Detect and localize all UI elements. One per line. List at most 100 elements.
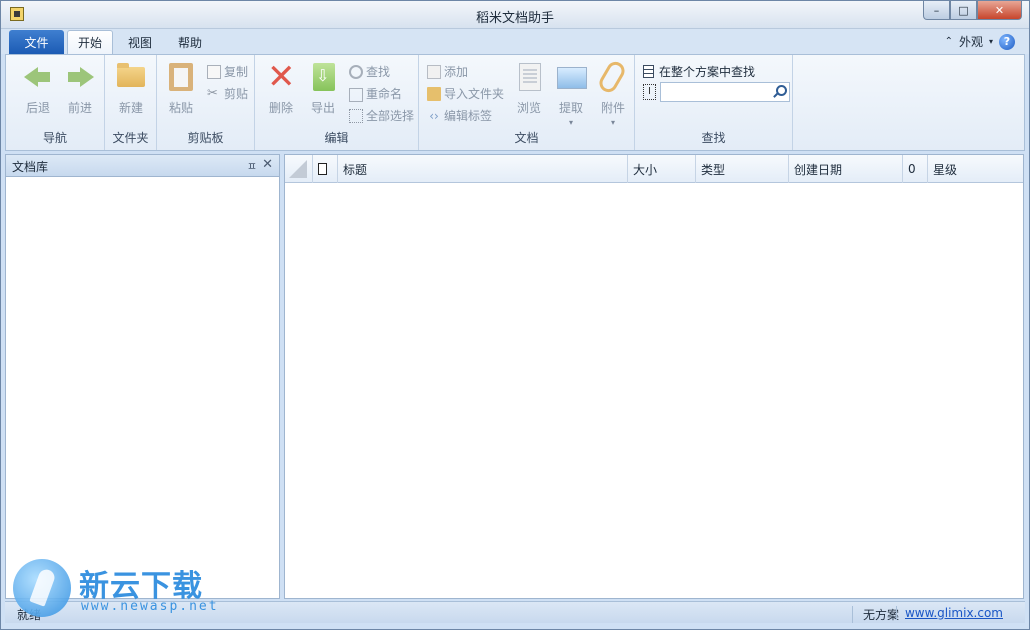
select-all-corner[interactable] xyxy=(285,155,313,183)
rename-button[interactable]: 重命名 xyxy=(349,85,402,102)
group-clipboard: 粘贴 复制 ✂ 剪贴 剪贴板 xyxy=(157,55,255,150)
attachment-button[interactable]: 附件 ▾ xyxy=(593,58,633,127)
paste-button[interactable]: 粘贴 xyxy=(161,61,201,116)
new-folder-label: 新建 xyxy=(118,101,143,115)
delete-x-icon: ✕ xyxy=(267,57,296,97)
group-folder: 新建 文件夹 xyxy=(105,55,157,150)
library-panel-header: 文档库 ㅍ ✕ xyxy=(6,155,279,177)
forward-button[interactable]: 前进 xyxy=(60,61,100,116)
back-label: 后退 xyxy=(25,101,50,115)
extract-image-icon xyxy=(555,61,587,93)
corner-triangle-icon xyxy=(289,160,307,178)
browse-label: 浏览 xyxy=(516,101,541,115)
status-plan: 无方案 xyxy=(851,606,899,623)
forward-arrow-icon xyxy=(64,61,96,93)
tag-icon: ‹› xyxy=(429,108,439,123)
group-edit: ✕ 删除 导出 查找 重命名 全部选择 编辑 xyxy=(255,55,419,150)
col-type[interactable]: 类型 xyxy=(696,155,789,183)
group-label-search: 查找 xyxy=(701,131,726,145)
group-search: 在整个方案中查找 I 查找 xyxy=(635,55,793,150)
extract-button[interactable]: 提取 ▾ xyxy=(551,61,591,127)
delete-label: 删除 xyxy=(268,101,293,115)
col-title[interactable]: 标题 xyxy=(338,155,628,183)
rename-label: 重命名 xyxy=(366,87,403,101)
group-navigation: 后退 前进 导航 xyxy=(6,55,105,150)
appearance-menu[interactable]: ⌃ 外观 ▾ ? xyxy=(945,33,1015,50)
window-controls: – □ ✕ xyxy=(923,1,1022,21)
window-title: 稻米文档助手 xyxy=(475,11,554,26)
export-button[interactable]: 导出 xyxy=(303,61,343,116)
status-text: 就绪 xyxy=(17,608,42,622)
library-tree[interactable] xyxy=(6,177,279,598)
browse-document-icon xyxy=(513,61,545,93)
cut-button[interactable]: ✂ 剪贴 xyxy=(207,85,248,102)
back-button[interactable]: 后退 xyxy=(18,61,58,116)
app-window: 稻米文档助手 – □ ✕ 文件 开始 视图 帮助 ⌃ 外观 ▾ ? 后退 前进 … xyxy=(0,0,1030,630)
search-scope-option[interactable]: 在整个方案中查找 xyxy=(643,63,755,80)
tab-view[interactable]: 视图 xyxy=(119,30,161,54)
search-icon[interactable] xyxy=(772,85,787,99)
export-icon xyxy=(307,61,339,93)
group-label-document: 文档 xyxy=(514,131,539,145)
magnifier-icon xyxy=(349,64,363,79)
find-button[interactable]: 查找 xyxy=(349,63,390,80)
tab-file[interactable]: 文件 xyxy=(9,30,64,54)
group-document: 添加 导入文件夹 ‹› 编辑标签 浏览 提取 ▾ 附件 ▾ 文档 xyxy=(419,55,635,150)
copy-button[interactable]: 复制 xyxy=(207,63,248,80)
select-all-label: 全部选择 xyxy=(366,109,415,123)
extract-dropdown-icon[interactable]: ▾ xyxy=(569,118,573,127)
new-folder-button[interactable]: 新建 xyxy=(111,61,151,116)
import-folder-icon xyxy=(427,86,441,101)
select-all-button[interactable]: 全部选择 xyxy=(349,107,414,124)
panel-close-icon[interactable]: ✕ xyxy=(262,157,273,172)
document-icon xyxy=(318,163,327,175)
col-attachments[interactable]: 0 xyxy=(903,155,928,183)
search-input[interactable] xyxy=(661,83,769,101)
col-rating[interactable]: 星级 xyxy=(928,155,1023,183)
appearance-label[interactable]: 外观 xyxy=(959,33,983,50)
website-link[interactable]: www.glimix.com xyxy=(895,606,1003,620)
browse-button[interactable]: 浏览 xyxy=(509,61,549,116)
rename-icon xyxy=(349,88,363,102)
ribbon-panel: 后退 前进 导航 新建 文件夹 粘贴 复制 ✂ 剪贴 剪贴板 ✕ 删除 ⇩ 导出… xyxy=(5,54,1025,151)
maximize-button[interactable]: □ xyxy=(950,1,977,20)
add-document-button[interactable]: 添加 xyxy=(427,63,468,80)
attachment-dropdown-icon[interactable]: ▾ xyxy=(611,118,615,127)
status-bar: 就绪 无方案 www.glimix.com xyxy=(5,601,1025,623)
help-icon[interactable]: ? xyxy=(999,33,1015,50)
pin-icon[interactable]: ㅍ xyxy=(247,158,257,174)
add-document-label: 添加 xyxy=(444,65,469,79)
text-cursor-icon: I xyxy=(643,84,656,100)
close-button[interactable]: ✕ xyxy=(977,1,1022,20)
document-grid: 标题 大小 类型 创建日期 0 星级 xyxy=(284,154,1024,599)
group-label-edit: 编辑 xyxy=(324,131,349,145)
clipboard-icon xyxy=(165,61,197,93)
minimize-button[interactable]: – xyxy=(923,1,950,20)
import-folder-button[interactable]: 导入文件夹 xyxy=(427,85,504,102)
cut-label: 剪贴 xyxy=(224,87,249,101)
col-created-date[interactable]: 创建日期 xyxy=(789,155,903,183)
export-label: 导出 xyxy=(310,101,335,115)
paste-label: 粘贴 xyxy=(168,101,193,115)
back-arrow-icon xyxy=(22,61,54,93)
collapse-ribbon-icon[interactable]: ⌃ xyxy=(945,36,953,47)
search-box xyxy=(660,82,790,102)
copy-label: 复制 xyxy=(224,65,249,79)
col-doctype[interactable] xyxy=(313,155,338,183)
group-label-navigation: 导航 xyxy=(42,131,67,145)
delete-button[interactable]: ✕ 删除 xyxy=(261,57,301,116)
grid-body[interactable] xyxy=(285,183,1023,598)
col-size[interactable]: 大小 xyxy=(628,155,696,183)
group-label-clipboard: 剪贴板 xyxy=(187,131,224,145)
edit-tags-label: 编辑标签 xyxy=(444,109,493,123)
edit-tags-button[interactable]: ‹› 编辑标签 xyxy=(427,107,492,124)
title-bar: 稻米文档助手 – □ ✕ xyxy=(1,1,1029,29)
search-scope-label: 在整个方案中查找 xyxy=(659,65,756,79)
library-panel: 文档库 ㅍ ✕ xyxy=(5,154,280,599)
tab-help[interactable]: 帮助 xyxy=(169,30,211,54)
tab-home[interactable]: 开始 xyxy=(67,30,113,54)
grid-header: 标题 大小 类型 创建日期 0 星级 xyxy=(285,155,1023,183)
chevron-down-icon[interactable]: ▾ xyxy=(989,37,993,46)
find-label: 查找 xyxy=(366,65,391,79)
library-panel-title: 文档库 xyxy=(12,160,49,174)
